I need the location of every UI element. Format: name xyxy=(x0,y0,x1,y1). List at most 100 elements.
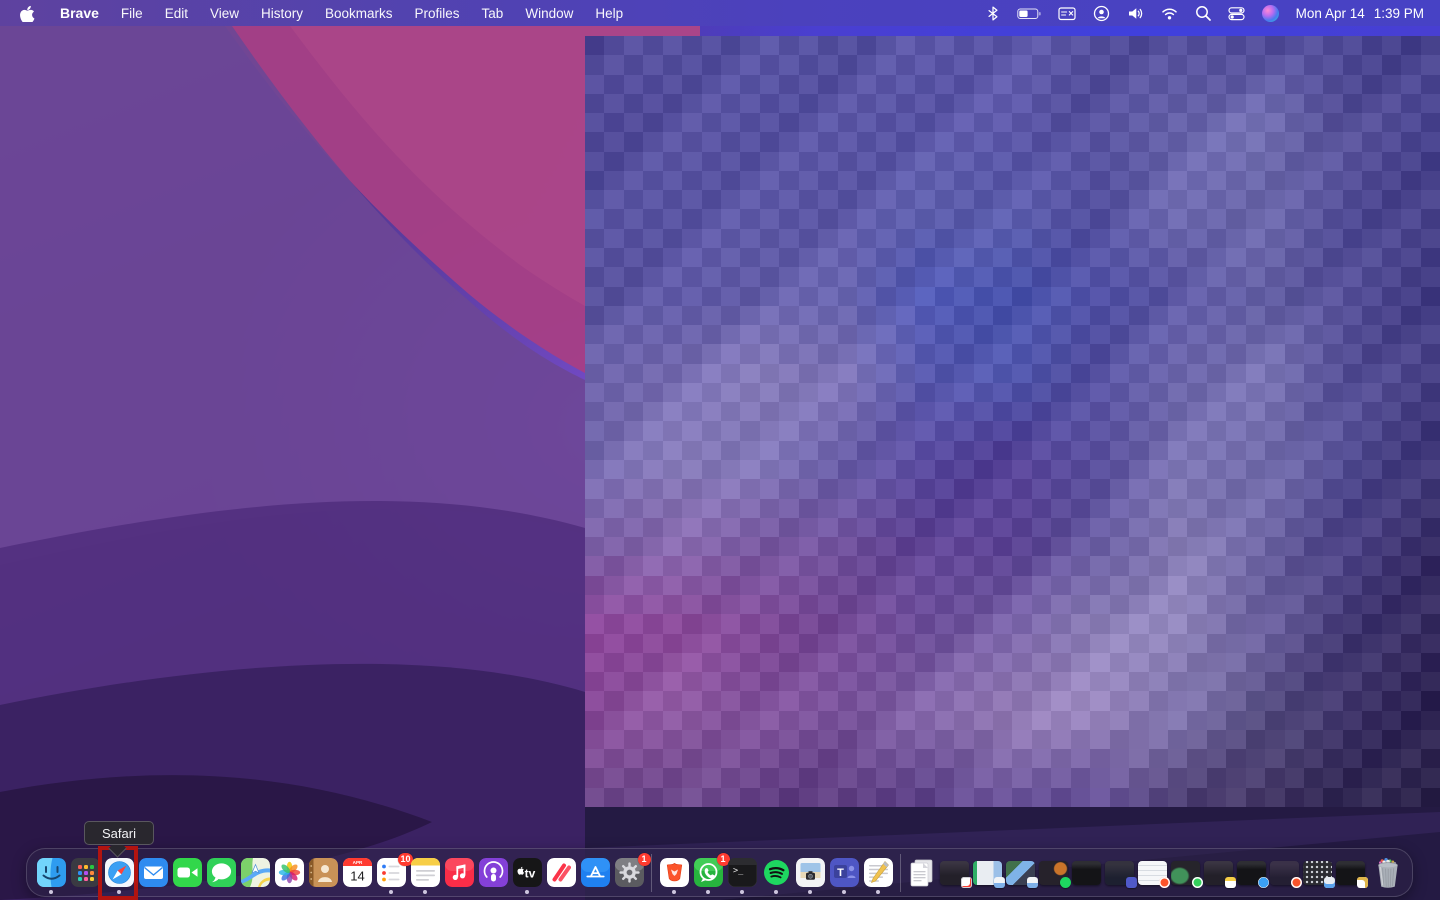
teams-app-icon: T xyxy=(829,858,859,887)
dock-app-reminders[interactable]: 10 xyxy=(376,853,413,894)
running-indicator xyxy=(423,890,427,894)
dock-app-terminal[interactable]: >_ xyxy=(727,858,757,894)
dock-app-app-store[interactable] xyxy=(580,858,610,887)
appstore-app-icon xyxy=(580,858,610,887)
dock-app-tv[interactable]: tv xyxy=(512,858,542,894)
menu-history[interactable]: History xyxy=(250,6,314,21)
menu-bar-left: Brave File Edit View History Bookmarks Profil… xyxy=(0,5,634,22)
dock-app-whatsapp[interactable]: 1 xyxy=(693,853,730,894)
dock-minimized-window-none[interactable] xyxy=(1072,860,1101,885)
running-indicator xyxy=(842,890,846,894)
notes-mini-badge xyxy=(1225,876,1236,888)
running-indicator xyxy=(117,890,121,894)
dock-minimized-window-spotify[interactable] xyxy=(1039,860,1071,888)
dock-minimized-window-notes[interactable] xyxy=(1204,860,1236,888)
dock-app-finder[interactable] xyxy=(36,858,66,894)
dock-app-mail[interactable] xyxy=(138,858,168,887)
menu-edit[interactable]: Edit xyxy=(154,6,199,21)
spotify-mini-badge xyxy=(1060,876,1071,888)
dock-trash[interactable] xyxy=(1373,856,1403,889)
running-indicator xyxy=(389,890,393,894)
running-indicator xyxy=(672,890,676,894)
bluetooth-icon[interactable] xyxy=(986,5,1000,22)
dock-app-contacts[interactable] xyxy=(308,858,338,887)
clock-date: Mon Apr 14 xyxy=(1295,5,1365,21)
dock-app-facetime[interactable] xyxy=(172,858,202,887)
dock-app-microsoft-teams[interactable]: T xyxy=(829,858,859,894)
running-indicator xyxy=(774,890,778,894)
dock-app-system-settings[interactable]: 1 xyxy=(614,853,651,887)
dock-minimized-window-safari[interactable] xyxy=(1237,860,1269,888)
menu-bar-clock[interactable]: Mon Apr 14 1:39 PM xyxy=(1296,6,1424,21)
dock-divider xyxy=(900,853,901,892)
dock-app-messages[interactable] xyxy=(206,858,236,887)
menu-window[interactable]: Window xyxy=(514,6,584,21)
dock-app-news[interactable] xyxy=(546,858,576,887)
dock-app-safari[interactable] xyxy=(104,858,134,894)
dock: APR 14 10 tv 1 1 >_ T xyxy=(26,848,1413,897)
music-app-icon xyxy=(444,858,474,887)
dock-minimized-window-teams[interactable] xyxy=(1105,860,1137,888)
input-source-icon[interactable] xyxy=(1058,5,1076,22)
screenshot-app-icon xyxy=(795,858,825,887)
menu-help[interactable]: Help xyxy=(584,6,634,21)
running-indicator xyxy=(706,890,710,894)
user-switch-icon[interactable] xyxy=(1093,5,1110,22)
textedit-app-icon xyxy=(863,858,893,887)
safari-tooltip: Safari xyxy=(84,821,154,845)
dock-app-launchpad[interactable] xyxy=(70,858,100,887)
running-indicator xyxy=(876,890,880,894)
apple-menu[interactable] xyxy=(20,5,49,22)
dock-minimized-window-brave[interactable] xyxy=(1138,860,1170,888)
dock-minimized-document-stack[interactable] xyxy=(909,859,935,887)
blurred-window[interactable] xyxy=(585,36,1440,807)
dock-minimized-window-brave[interactable] xyxy=(1270,860,1302,888)
dock-app-notes[interactable] xyxy=(410,858,440,894)
menu-view[interactable]: View xyxy=(199,6,250,21)
dock-app-maps[interactable] xyxy=(240,858,270,887)
window-mini-badge xyxy=(994,876,1005,888)
clock-time: 1:39 PM xyxy=(1373,5,1424,21)
dock-app-spotify[interactable] xyxy=(762,858,791,894)
safari-app-icon xyxy=(104,858,134,887)
dock-app-photos[interactable] xyxy=(274,858,304,887)
menu-bar-status: Mon Apr 14 1:39 PM xyxy=(986,4,1440,22)
dock-minimized-window-reminders[interactable] xyxy=(940,860,972,888)
svg-text:APR: APR xyxy=(352,860,362,865)
menu-bar: Brave File Edit View History Bookmarks Profil… xyxy=(0,0,1440,26)
dock-app-podcasts[interactable] xyxy=(478,858,508,887)
battery-icon[interactable] xyxy=(1016,5,1041,22)
dock-minimized-window-textedit[interactable] xyxy=(1336,860,1368,888)
menu-bookmarks[interactable]: Bookmarks xyxy=(314,6,404,21)
dock-minimized-window-window[interactable] xyxy=(1006,860,1038,888)
dock-minimized-window-window[interactable] xyxy=(973,860,1005,888)
menu-tab[interactable]: Tab xyxy=(471,6,515,21)
menu-profiles[interactable]: Profiles xyxy=(404,6,471,21)
brave-mini-badge xyxy=(1291,876,1302,888)
finder-app-icon xyxy=(36,858,66,887)
dock-minimized-window-keyboard[interactable] xyxy=(1303,860,1335,888)
siri-icon[interactable] xyxy=(1261,4,1279,22)
dock-app-screenshot-utility[interactable] xyxy=(795,858,825,894)
dock-divider xyxy=(651,853,652,892)
menu-file[interactable]: File xyxy=(110,6,154,21)
running-indicator xyxy=(740,890,744,894)
keyboard-mini-badge xyxy=(1324,876,1335,888)
document-icon xyxy=(910,859,933,886)
dock-app-textedit[interactable] xyxy=(863,858,893,894)
dock-app-calendar[interactable]: APR 14 xyxy=(342,858,372,887)
svg-text:14: 14 xyxy=(350,869,364,884)
control-center-icon[interactable] xyxy=(1228,5,1245,22)
photos-app-icon xyxy=(274,858,304,887)
active-app-menu[interactable]: Brave xyxy=(49,5,110,21)
news-app-icon xyxy=(546,858,576,887)
dock-app-music[interactable] xyxy=(444,858,474,887)
dock-app-brave[interactable] xyxy=(659,858,689,894)
facetime-app-icon xyxy=(172,858,202,887)
dock-minimized-window-whatsapp[interactable] xyxy=(1171,860,1203,888)
wifi-icon[interactable] xyxy=(1161,5,1178,22)
volume-icon[interactable] xyxy=(1127,5,1144,22)
spotify-app-icon xyxy=(762,858,791,887)
spotlight-icon[interactable] xyxy=(1195,5,1211,21)
notes-app-icon xyxy=(410,858,440,887)
